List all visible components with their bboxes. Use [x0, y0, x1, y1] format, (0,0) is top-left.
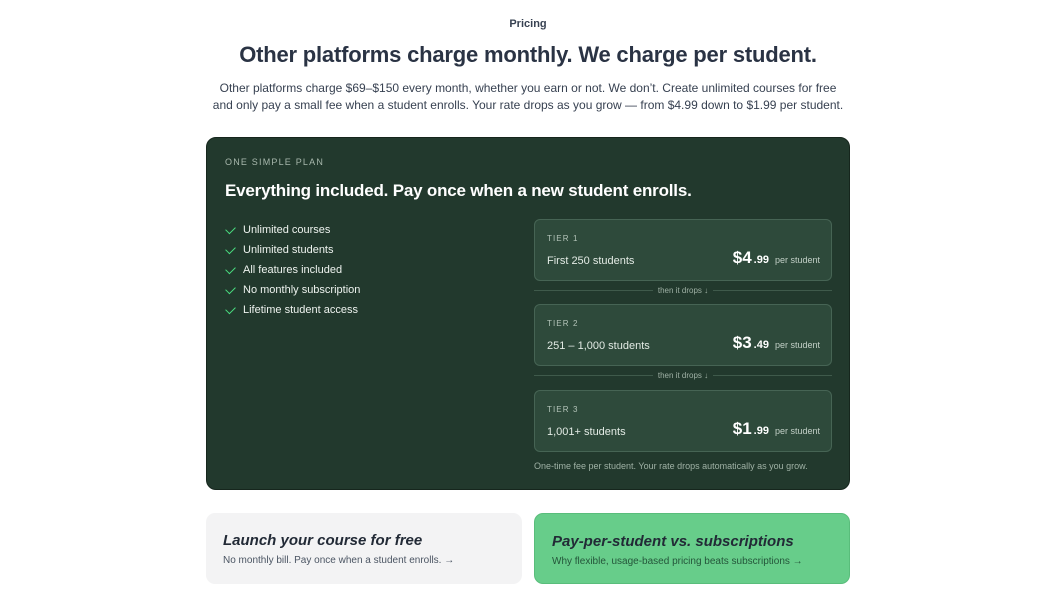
- tier-label: TIER 2: [547, 319, 579, 328]
- card-subtitle: Why flexible, usage-based pricing beats …: [552, 556, 803, 567]
- pricing-intro: Other platforms charge $69–$150 every mo…: [212, 81, 844, 112]
- feature-label: Unlimited students: [243, 244, 334, 256]
- plan-panel: ONE SIMPLE PLAN Everything included. Pay…: [206, 137, 850, 490]
- price-dollars: $3: [732, 333, 752, 352]
- price-cents: .49: [753, 339, 769, 351]
- feature-item: No monthly subscription: [225, 280, 360, 300]
- check-icon: [225, 223, 236, 234]
- tier-range: 251 – 1,000 students: [547, 340, 650, 352]
- tier-label: TIER 1: [547, 234, 579, 243]
- feature-item: Unlimited courses: [225, 220, 360, 240]
- launch-free-card[interactable]: Launch your course for free No monthly b…: [206, 513, 522, 584]
- price-unit: per student: [774, 426, 820, 436]
- divider-line: [534, 289, 653, 291]
- tier-price: $1 .99 per student: [733, 419, 820, 439]
- tier-label: TIER 3: [547, 405, 579, 414]
- plan-footnote: One-time fee per student. Your rate drop…: [534, 461, 808, 471]
- divider-text: then it drops ↓: [657, 285, 709, 295]
- pay-per-student-card[interactable]: Pay-per-student vs. subscriptions Why fl…: [534, 513, 850, 584]
- feature-label: All features included: [243, 264, 343, 276]
- price-dollars: $4: [732, 248, 752, 267]
- tier-divider: then it drops ↓: [534, 284, 832, 296]
- feature-item: Lifetime student access: [225, 300, 360, 320]
- feature-label: No monthly subscription: [243, 284, 361, 296]
- feature-label: Unlimited courses: [243, 224, 331, 236]
- feature-item: All features included: [225, 260, 360, 280]
- plan-eyebrow: ONE SIMPLE PLAN: [225, 157, 325, 167]
- divider-text: then it drops ↓: [657, 370, 709, 380]
- feature-label: Lifetime student access: [243, 304, 358, 316]
- tier-range: First 250 students: [547, 255, 635, 267]
- price-unit: per student: [774, 340, 820, 350]
- check-icon: [225, 283, 236, 294]
- pricing-eyebrow: Pricing: [509, 18, 547, 30]
- divider-line: [713, 374, 832, 376]
- feature-list: Unlimited courses Unlimited students All…: [225, 220, 360, 320]
- price-cents: .99: [753, 254, 769, 266]
- tier-card-1: TIER 1 First 250 students $4 .99 per stu…: [534, 219, 832, 281]
- tier-price: $3 .49 per student: [733, 333, 820, 353]
- plan-title: Everything included. Pay once when a new…: [225, 181, 692, 200]
- check-icon: [225, 243, 236, 254]
- divider-line: [534, 374, 653, 376]
- page-title: Other platforms charge monthly. We charg…: [239, 42, 817, 67]
- check-icon: [225, 263, 236, 274]
- card-subtitle: No monthly bill. Pay once when a student…: [223, 555, 455, 566]
- divider-line: [713, 289, 832, 291]
- tier-card-2: TIER 2 251 – 1,000 students $3 .49 per s…: [534, 304, 832, 366]
- price-dollars: $1: [732, 419, 752, 438]
- price-cents: .99: [753, 425, 769, 437]
- tier-price: $4 .99 per student: [733, 248, 820, 268]
- card-title: Launch your course for free: [223, 532, 423, 549]
- card-title: Pay-per-student vs. subscriptions: [552, 533, 794, 550]
- tier-card-3: TIER 3 1,001+ students $1 .99 per studen…: [534, 390, 832, 452]
- price-unit: per student: [774, 255, 820, 265]
- check-icon: [225, 303, 236, 314]
- tier-divider: then it drops ↓: [534, 369, 832, 381]
- feature-item: Unlimited students: [225, 240, 360, 260]
- tier-range: 1,001+ students: [547, 426, 626, 438]
